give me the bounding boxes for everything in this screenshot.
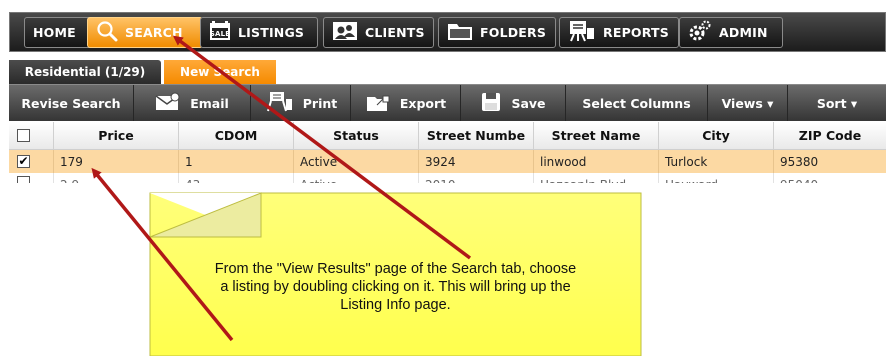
- nav-home[interactable]: HOME: [24, 17, 92, 48]
- select-columns-button[interactable]: Select Columns: [566, 85, 708, 121]
- sort-label: Sort ▾: [816, 95, 858, 111]
- email-button[interactable]: Email: [134, 85, 251, 121]
- nav-admin-label: ADMIN: [719, 25, 768, 40]
- top-navigation: HOME SEARCH SALE LISTINGS CLIENTS FOLDER…: [9, 12, 886, 52]
- cell-zip-code: 95380: [780, 154, 819, 169]
- nav-search[interactable]: SEARCH: [87, 17, 203, 48]
- column-header-street-name[interactable]: Street Name: [534, 122, 659, 149]
- select-all-checkbox[interactable]: [17, 129, 30, 142]
- sort-dropdown[interactable]: Sort ▾: [788, 85, 886, 121]
- column-header-city[interactable]: City: [659, 122, 774, 149]
- cell-price: 2.9: [54, 173, 179, 183]
- cell-price: 179: [54, 150, 179, 173]
- results-toolbar: Revise Search Email Print Export Save Se…: [9, 84, 886, 121]
- views-label: Views ▾: [721, 95, 774, 111]
- table-row[interactable]: 2.9 43 Active 2010 Hazeanln Blvd Hayward…: [9, 173, 886, 183]
- for-sale-sign-icon: SALE: [209, 20, 231, 45]
- nav-reports-label: REPORTS: [603, 25, 669, 40]
- cell-street-number: 3924: [419, 150, 534, 173]
- magnifier-icon: [96, 20, 118, 45]
- print-button[interactable]: Print: [251, 85, 351, 121]
- tab-residential[interactable]: Residential (1/29): [9, 60, 161, 84]
- cell-status: Active: [294, 173, 419, 183]
- cell-cdom: 43: [179, 173, 294, 183]
- cell-street-number: 2010: [419, 173, 534, 183]
- folder-icon: [447, 20, 473, 45]
- select-columns-label: Select Columns: [582, 95, 691, 111]
- nav-admin[interactable]: ADMIN: [679, 17, 783, 48]
- select-all-cell: [9, 122, 54, 149]
- result-tabs: Residential (1/29) New Search: [9, 60, 886, 84]
- callout-line: From the "View Results" page of the Sear…: [214, 261, 577, 277]
- nav-home-label: HOME: [33, 25, 76, 40]
- nav-listings[interactable]: SALE LISTINGS: [200, 17, 318, 48]
- callout-line: a listing by doubling clicking on it. Th…: [220, 279, 571, 295]
- cell-city: Hayward: [659, 173, 774, 183]
- nav-folders[interactable]: FOLDERS: [438, 17, 556, 48]
- printer-icon: [264, 91, 294, 116]
- row-select-cell: [9, 173, 54, 183]
- cell-zip-code: 95040: [774, 173, 886, 183]
- callout-line: Listing Info page.: [340, 297, 451, 313]
- nav-search-label: SEARCH: [125, 25, 183, 40]
- nav-clients-label: CLIENTS: [365, 25, 425, 40]
- nav-clients[interactable]: CLIENTS: [323, 17, 434, 48]
- cell-city: Turlock: [659, 150, 774, 173]
- column-header-street-number[interactable]: Street Numbe: [419, 122, 534, 149]
- row-checkbox[interactable]: ✔: [17, 155, 30, 168]
- nav-listings-label: LISTINGS: [238, 25, 305, 40]
- envelope-icon: [155, 92, 181, 115]
- callout-text: From the "View Results" page of the Sear…: [149, 260, 642, 314]
- gears-icon: [688, 20, 712, 45]
- report-icon: [568, 20, 596, 45]
- row-select-cell: ✔: [9, 150, 54, 173]
- people-icon: [332, 20, 358, 45]
- cell-street-name: Hazeanln Blvd: [534, 173, 659, 183]
- cell-cdom: 1: [179, 150, 294, 173]
- cell-street-name: linwood: [534, 150, 659, 173]
- grid-header: Price CDOM Status Street Numbe Street Na…: [9, 122, 886, 150]
- export-icon: [365, 91, 391, 116]
- results-grid: Price CDOM Status Street Numbe Street Na…: [9, 122, 886, 183]
- floppy-disk-icon: [480, 91, 502, 116]
- export-button[interactable]: Export: [351, 85, 461, 121]
- callout-note: From the "View Results" page of the Sear…: [149, 192, 642, 356]
- nav-reports[interactable]: REPORTS: [559, 17, 679, 48]
- column-header-status[interactable]: Status: [294, 122, 419, 149]
- print-label: Print: [302, 95, 338, 111]
- save-label: Save: [511, 95, 546, 111]
- column-header-cdom[interactable]: CDOM: [179, 122, 294, 149]
- table-row[interactable]: ✔ 179 1 Active 3924 linwood Turlock 9538…: [9, 150, 886, 173]
- revise-search-label: Revise Search: [21, 95, 121, 111]
- svg-text:SALE: SALE: [210, 30, 231, 38]
- views-dropdown[interactable]: Views ▾: [708, 85, 788, 121]
- revise-search-button[interactable]: Revise Search: [9, 85, 134, 121]
- email-label: Email: [190, 95, 229, 111]
- tab-new-search[interactable]: New Search: [164, 60, 276, 84]
- row-checkbox[interactable]: [17, 176, 30, 183]
- cell-status: Active: [294, 150, 419, 173]
- save-button[interactable]: Save: [461, 85, 566, 121]
- column-header-zip-code[interactable]: ZIP Code: [774, 122, 886, 149]
- column-header-price[interactable]: Price: [54, 122, 179, 149]
- nav-folders-label: FOLDERS: [480, 25, 547, 40]
- export-label: Export: [399, 95, 447, 111]
